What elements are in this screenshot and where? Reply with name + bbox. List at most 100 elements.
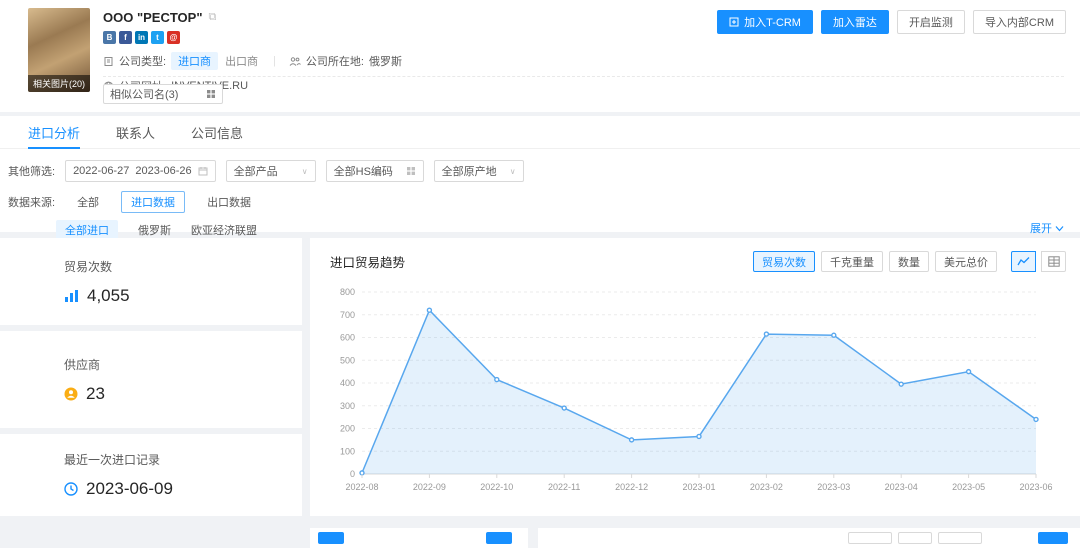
svg-text:200: 200 bbox=[340, 424, 355, 434]
clipped-button[interactable] bbox=[486, 532, 512, 544]
metric-trade-count[interactable]: 贸易次数 bbox=[753, 251, 815, 272]
scope-all-import[interactable]: 全部进口 bbox=[56, 220, 118, 240]
grid-icon bbox=[206, 89, 216, 99]
other-filters-label: 其他筛选: bbox=[8, 163, 55, 179]
clipped-button[interactable] bbox=[938, 532, 982, 544]
svg-text:2022-12: 2022-12 bbox=[615, 482, 648, 492]
company-header: 相关图片(20) OOO "PECTOP" ⧉ B f in t @ 公司类型:… bbox=[0, 0, 1080, 112]
building-icon bbox=[103, 56, 114, 67]
product-select[interactable]: 全部产品 ∨ bbox=[226, 160, 316, 182]
supplier-value: 23 bbox=[86, 384, 105, 404]
svg-text:300: 300 bbox=[340, 401, 355, 411]
location-label: 公司所在地: bbox=[306, 53, 364, 69]
import-trend-line-chart: 01002003004005006007008002022-082022-092… bbox=[322, 280, 1062, 510]
expand-label: 展开 bbox=[1030, 220, 1052, 236]
source-all[interactable]: 全部 bbox=[71, 192, 105, 212]
data-source-row: 数据来源: 全部 进口数据 出口数据 bbox=[0, 182, 1080, 213]
svg-text:2022-08: 2022-08 bbox=[345, 482, 378, 492]
origin-select[interactable]: 全部原产地 ∨ bbox=[434, 160, 524, 182]
svg-text:2023-04: 2023-04 bbox=[885, 482, 918, 492]
scope-russia[interactable]: 俄罗斯 bbox=[138, 222, 171, 238]
analysis-panel: 进口分析 联系人 公司信息 其他筛选: 2022-06-27 2023-06-2… bbox=[0, 116, 1080, 232]
dashed-separator bbox=[103, 76, 1064, 77]
importer-tag[interactable]: 进口商 bbox=[171, 52, 218, 70]
source-import-data[interactable]: 进口数据 bbox=[121, 191, 185, 213]
company-info: OOO "PECTOP" ⧉ B f in t @ 公司类型: 进口商 出口商 … bbox=[103, 10, 402, 94]
data-source-label: 数据来源: bbox=[8, 194, 55, 210]
calendar-icon bbox=[198, 166, 208, 176]
vk-icon[interactable]: B bbox=[103, 31, 116, 44]
tab-import-analysis[interactable]: 进口分析 bbox=[28, 116, 80, 148]
svg-text:500: 500 bbox=[340, 355, 355, 365]
supplier-icon bbox=[64, 387, 78, 401]
metric-quantity[interactable]: 数量 bbox=[889, 251, 929, 272]
source-export-data[interactable]: 出口数据 bbox=[201, 192, 257, 212]
copy-icon[interactable]: ⧉ bbox=[209, 12, 217, 23]
company-name: OOO "PECTOP" bbox=[103, 10, 203, 25]
svg-text:0: 0 bbox=[350, 469, 355, 479]
add-tcrm-label: 加入T-CRM bbox=[744, 14, 801, 30]
tab-bar: 进口分析 联系人 公司信息 bbox=[0, 116, 1080, 149]
date-range-picker[interactable]: 2022-06-27 2023-06-26 bbox=[65, 160, 216, 182]
svg-text:2022-09: 2022-09 bbox=[413, 482, 446, 492]
import-crm-button[interactable]: 导入内部CRM bbox=[973, 10, 1066, 34]
chevron-down-icon bbox=[1055, 225, 1064, 232]
header-actions: 加入T-CRM 加入雷达 开启监测 导入内部CRM bbox=[717, 10, 1066, 34]
svg-text:2023-01: 2023-01 bbox=[682, 482, 715, 492]
svg-text:800: 800 bbox=[340, 287, 355, 297]
add-radar-button[interactable]: 加入雷达 bbox=[821, 10, 889, 34]
photo-caption: 相关图片(20) bbox=[28, 75, 90, 92]
clipped-button[interactable] bbox=[898, 532, 932, 544]
table-view-button[interactable] bbox=[1041, 251, 1066, 272]
svg-text:600: 600 bbox=[340, 333, 355, 343]
add-box-icon bbox=[729, 17, 739, 27]
clipped-button[interactable] bbox=[1038, 532, 1068, 544]
add-tcrm-button[interactable]: 加入T-CRM bbox=[717, 10, 813, 34]
svg-text:2023-02: 2023-02 bbox=[750, 482, 783, 492]
scope-eaeu[interactable]: 欧亚经济联盟 bbox=[191, 222, 257, 238]
email-icon[interactable]: @ bbox=[167, 31, 180, 44]
supplier-label: 供应商 bbox=[64, 356, 302, 373]
company-photo[interactable]: 相关图片(20) bbox=[28, 8, 90, 92]
table-icon bbox=[1048, 256, 1060, 267]
svg-text:2023-03: 2023-03 bbox=[817, 482, 850, 492]
svg-text:2023-05: 2023-05 bbox=[952, 482, 985, 492]
last-import-value: 2023-06-09 bbox=[86, 479, 173, 499]
svg-text:2023-06: 2023-06 bbox=[1019, 482, 1052, 492]
people-icon bbox=[289, 56, 301, 67]
tab-company-info[interactable]: 公司信息 bbox=[191, 116, 243, 148]
trade-count-value: 4,055 bbox=[87, 286, 130, 306]
chevron-down-icon: ∨ bbox=[302, 167, 308, 176]
svg-text:2022-10: 2022-10 bbox=[480, 482, 513, 492]
chart-title: 进口贸易趋势 bbox=[330, 252, 405, 271]
expand-toggle[interactable]: 展开 bbox=[1030, 220, 1064, 236]
supplier-card: 供应商 23 bbox=[0, 331, 302, 428]
similar-company-select[interactable]: 相似公司名(3) bbox=[103, 84, 223, 104]
exporter-tag[interactable]: 出口商 bbox=[223, 52, 260, 70]
clock-icon bbox=[64, 482, 78, 496]
line-chart-icon bbox=[1017, 256, 1030, 267]
trade-count-card: 贸易次数 4,055 bbox=[0, 238, 302, 325]
filter-row: 其他筛选: 2022-06-27 2023-06-26 全部产品 ∨ 全部HS编… bbox=[0, 149, 1080, 182]
start-monitor-button[interactable]: 开启监测 bbox=[897, 10, 965, 34]
twitter-icon[interactable]: t bbox=[151, 31, 164, 44]
bar-chart-icon bbox=[64, 289, 79, 303]
hs-code-select-value: 全部HS编码 bbox=[334, 163, 393, 179]
location-value: 俄罗斯 bbox=[369, 53, 402, 69]
product-select-value: 全部产品 bbox=[234, 163, 278, 179]
hs-code-select[interactable]: 全部HS编码 bbox=[326, 160, 424, 182]
tab-contacts[interactable]: 联系人 bbox=[116, 116, 155, 148]
line-chart-view-button[interactable] bbox=[1011, 251, 1036, 272]
add-radar-label: 加入雷达 bbox=[833, 14, 877, 30]
trade-count-label: 贸易次数 bbox=[64, 258, 302, 275]
import-crm-label: 导入内部CRM bbox=[985, 14, 1054, 30]
clipped-button[interactable] bbox=[848, 532, 892, 544]
facebook-icon[interactable]: f bbox=[119, 31, 132, 44]
chart-metric-toggles: 贸易次数 千克重量 数量 美元总价 bbox=[753, 251, 1066, 272]
linkedin-icon[interactable]: in bbox=[135, 31, 148, 44]
metric-kg-weight[interactable]: 千克重量 bbox=[821, 251, 883, 272]
clipped-button[interactable] bbox=[318, 532, 344, 544]
metric-usd-total[interactable]: 美元总价 bbox=[935, 251, 997, 272]
import-scope-row: 全部进口 俄罗斯 欧亚经济联盟 展开 bbox=[0, 213, 1080, 240]
date-end: 2023-06-26 bbox=[135, 165, 191, 177]
